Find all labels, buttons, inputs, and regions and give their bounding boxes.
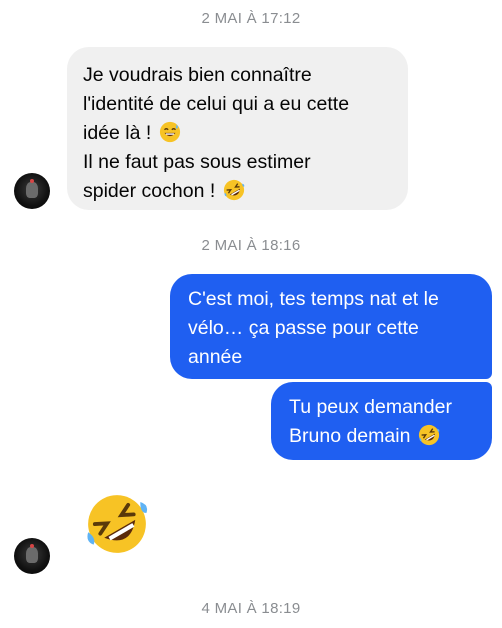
outgoing-message-bubble[interactable]: C'est moi, tes temps nat et le vélo… ça … <box>170 274 492 379</box>
message-text-line: Bruno demain <box>289 422 474 451</box>
message-text-line: Je voudrais bien connaître <box>83 64 312 86</box>
avatar-figure <box>26 547 38 563</box>
message-text-line: Tu peux demander <box>289 396 452 418</box>
rofl-emoji <box>418 424 440 446</box>
incoming-message-bubble[interactable]: Je voudrais bien connaître l'identité de… <box>67 47 408 210</box>
rofl-emoji[interactable] <box>84 491 150 557</box>
avatar-figure <box>26 182 38 198</box>
contact-avatar[interactable] <box>14 538 50 574</box>
message-text-line: l'identité de celui qui a eu cette <box>83 93 350 115</box>
message-text-line: C'est moi, tes temps nat et le <box>188 288 439 310</box>
timestamp: 2 MAI À 18:16 <box>201 237 301 254</box>
timestamp: 4 MAI À 18:19 <box>201 600 301 617</box>
timestamp: 2 MAI À 17:12 <box>201 10 301 27</box>
message-text-line: Il ne faut pas sous estimer <box>83 151 311 173</box>
avatar-detail <box>30 179 34 183</box>
rofl-emoji <box>223 179 244 201</box>
message-text-line: idée là ! <box>83 119 392 148</box>
message-text-line: année <box>188 346 243 368</box>
message-text-line: spider cochon ! <box>83 177 392 206</box>
message-text-line: vélo… ça passe pour cette <box>188 317 419 339</box>
sweat-smile-emoji <box>159 121 180 143</box>
contact-avatar[interactable] <box>14 173 50 209</box>
avatar-detail <box>30 544 34 548</box>
outgoing-message-bubble[interactable]: Tu peux demander Bruno demain <box>271 382 492 460</box>
